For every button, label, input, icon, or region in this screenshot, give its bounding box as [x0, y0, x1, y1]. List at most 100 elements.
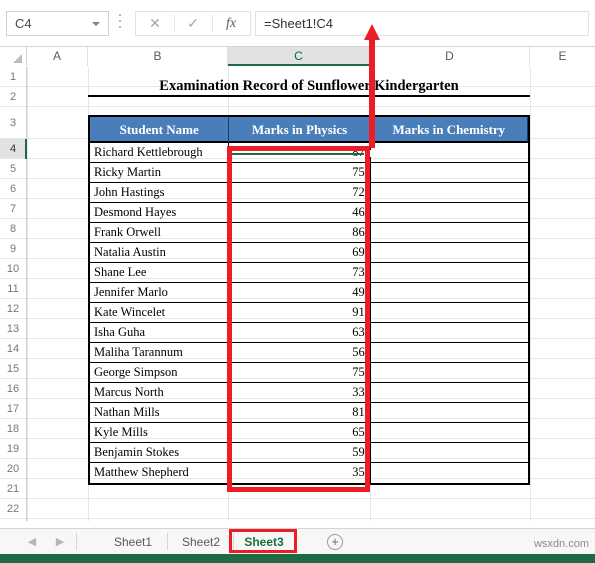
- chevron-down-icon[interactable]: [92, 22, 100, 26]
- sheet-tab-sheet1[interactable]: Sheet1: [104, 533, 162, 551]
- cell-student-name[interactable]: Kyle Mills: [90, 423, 230, 443]
- cell-student-name[interactable]: Benjamin Stokes: [90, 443, 230, 463]
- cell-marks-chemistry[interactable]: [370, 343, 528, 363]
- cell-marks-chemistry[interactable]: [370, 243, 528, 263]
- row-header-5[interactable]: 5: [0, 159, 26, 179]
- name-box[interactable]: C4: [6, 11, 109, 36]
- cell-student-name[interactable]: Desmond Hayes: [90, 203, 230, 223]
- column-header-e[interactable]: E: [530, 47, 595, 66]
- cell-marks-chemistry[interactable]: [370, 363, 528, 383]
- row-header-14[interactable]: 14: [0, 339, 26, 359]
- cell-marks-chemistry[interactable]: [370, 263, 528, 283]
- cell-marks-physics[interactable]: 49: [229, 283, 371, 303]
- cell-marks-physics[interactable]: 73: [229, 263, 371, 283]
- cell-marks-physics[interactable]: 87: [229, 143, 371, 163]
- cell-student-name[interactable]: Matthew Shepherd: [90, 463, 230, 483]
- formula-input[interactable]: =Sheet1!C4: [255, 11, 589, 36]
- more-options-icon[interactable]: [118, 14, 122, 33]
- row-header-11[interactable]: 11: [0, 279, 26, 299]
- cell-marks-physics[interactable]: 81: [229, 403, 371, 423]
- formula-bar: C4 ✕ ✓ fx =Sheet1!C4: [0, 0, 595, 47]
- row-header-9[interactable]: 9: [0, 239, 26, 259]
- row-header-21[interactable]: 21: [0, 479, 26, 499]
- sheet-tab-sheet3[interactable]: Sheet3: [236, 533, 292, 551]
- worksheet-grid[interactable]: Examination Record of Sunflower Kinderga…: [27, 67, 595, 521]
- cell-marks-physics[interactable]: 91: [229, 303, 371, 323]
- table-row: Ricky Martin 75: [90, 163, 528, 183]
- row-header-13[interactable]: 13: [0, 319, 26, 339]
- column-header-c[interactable]: C: [228, 47, 370, 66]
- cell-marks-chemistry[interactable]: [370, 443, 528, 463]
- row-header-8[interactable]: 8: [0, 219, 26, 239]
- row-header-18[interactable]: 18: [0, 419, 26, 439]
- cell-student-name[interactable]: Marcus North: [90, 383, 230, 403]
- row-header-16[interactable]: 16: [0, 379, 26, 399]
- cell-marks-chemistry[interactable]: [370, 283, 528, 303]
- cell-marks-chemistry[interactable]: [370, 423, 528, 443]
- cell-marks-chemistry[interactable]: [370, 163, 528, 183]
- cell-marks-physics[interactable]: 33: [229, 383, 371, 403]
- row-header-15[interactable]: 15: [0, 359, 26, 379]
- check-icon[interactable]: ✓: [174, 12, 212, 35]
- row-header-20[interactable]: 20: [0, 459, 26, 479]
- row-header-17[interactable]: 17: [0, 399, 26, 419]
- cell-marks-physics[interactable]: 75: [229, 363, 371, 383]
- cell-marks-physics[interactable]: 56: [229, 343, 371, 363]
- cell-marks-chemistry[interactable]: [370, 223, 528, 243]
- cell-marks-physics[interactable]: 86: [229, 223, 371, 243]
- cell-marks-chemistry[interactable]: [370, 323, 528, 343]
- add-sheet-button[interactable]: +: [327, 534, 343, 550]
- cell-marks-chemistry[interactable]: [370, 183, 528, 203]
- cell-marks-physics[interactable]: 75: [229, 163, 371, 183]
- cell-marks-physics[interactable]: 35: [229, 463, 371, 483]
- column-label-student-name: Student Name: [90, 117, 230, 143]
- cell-marks-physics[interactable]: 72: [229, 183, 371, 203]
- cell-marks-chemistry[interactable]: [370, 303, 528, 323]
- table-row: Benjamin Stokes 59: [90, 443, 528, 463]
- cell-marks-physics[interactable]: 46: [229, 203, 371, 223]
- row-header-6[interactable]: 6: [0, 179, 26, 199]
- insert-function-icon[interactable]: fx: [212, 12, 250, 35]
- cell-student-name[interactable]: Ricky Martin: [90, 163, 230, 183]
- cell-student-name[interactable]: Shane Lee: [90, 263, 230, 283]
- divider: [76, 533, 77, 550]
- close-icon[interactable]: ✕: [136, 12, 174, 35]
- column-header-b[interactable]: B: [88, 47, 228, 66]
- cell-student-name[interactable]: John Hastings: [90, 183, 230, 203]
- cell-marks-chemistry[interactable]: [370, 203, 528, 223]
- cell-student-name[interactable]: George Simpson: [90, 363, 230, 383]
- row-header-22[interactable]: 22: [0, 499, 26, 519]
- row-header-19[interactable]: 19: [0, 439, 26, 459]
- cell-student-name[interactable]: Isha Guha: [90, 323, 230, 343]
- sheet-tab-sheet2[interactable]: Sheet2: [172, 533, 230, 551]
- column-header-d[interactable]: D: [370, 47, 530, 66]
- cell-marks-physics[interactable]: 65: [229, 423, 371, 443]
- cell-student-name[interactable]: Natalia Austin: [90, 243, 230, 263]
- column-header-a[interactable]: A: [27, 47, 88, 66]
- cell-student-name[interactable]: Nathan Mills: [90, 403, 230, 423]
- row-header-3[interactable]: 3: [0, 107, 26, 139]
- status-bar: [0, 554, 595, 563]
- row-header-7[interactable]: 7: [0, 199, 26, 219]
- cell-marks-chemistry[interactable]: [370, 383, 528, 403]
- cell-marks-physics[interactable]: 59: [229, 443, 371, 463]
- cell-student-name[interactable]: Kate Wincelet: [90, 303, 230, 323]
- chevron-right-icon[interactable]: ▶: [54, 536, 66, 548]
- cell-marks-physics[interactable]: 69: [229, 243, 371, 263]
- cell-student-name[interactable]: Frank Orwell: [90, 223, 230, 243]
- cell-marks-chemistry[interactable]: [371, 463, 528, 483]
- chevron-left-icon[interactable]: ◀: [26, 536, 38, 548]
- row-header-1[interactable]: 1: [0, 67, 26, 87]
- row-header-12[interactable]: 12: [0, 299, 26, 319]
- cell-student-name[interactable]: Jennifer Marlo: [90, 283, 230, 303]
- select-all-corner[interactable]: [0, 47, 27, 66]
- cell-student-name[interactable]: Richard Kettlebrough: [90, 143, 230, 163]
- watermark: wsxdn.com: [533, 538, 589, 550]
- row-header-2[interactable]: 2: [0, 87, 26, 107]
- row-header-4[interactable]: 4: [0, 139, 27, 159]
- cell-marks-chemistry[interactable]: [370, 403, 528, 423]
- cell-student-name[interactable]: Maliha Tarannum: [90, 343, 230, 363]
- row-header-10[interactable]: 10: [0, 259, 26, 279]
- cell-marks-physics[interactable]: 63: [229, 323, 371, 343]
- cell-marks-chemistry[interactable]: [370, 143, 528, 163]
